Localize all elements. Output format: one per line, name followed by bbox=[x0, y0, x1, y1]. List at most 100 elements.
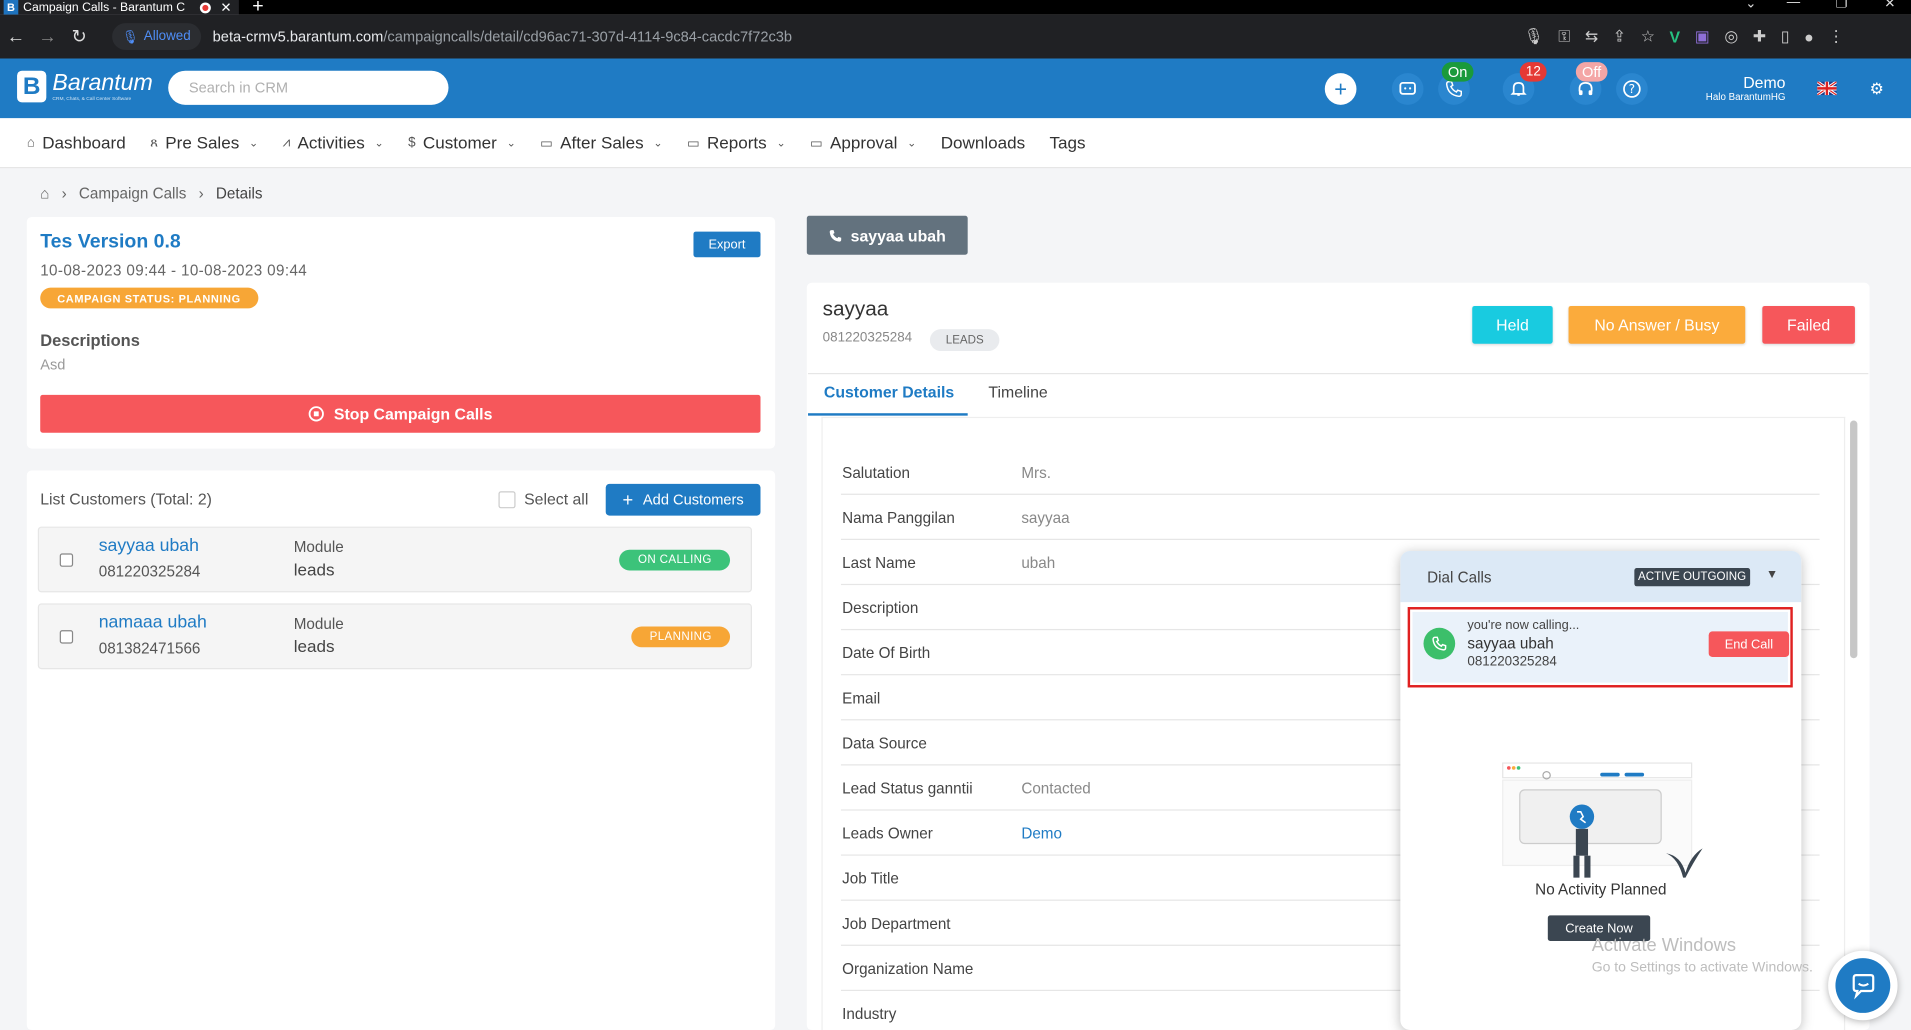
chevron-down-icon[interactable]: ▼ bbox=[1766, 568, 1778, 581]
field-label: Nama Panggilan bbox=[842, 509, 955, 527]
active-call-card: you're now calling... sayyaa ubah 081220… bbox=[1407, 607, 1793, 688]
field-label: Lead Status ganntii bbox=[842, 780, 973, 798]
chat-bubble-icon bbox=[1852, 973, 1874, 999]
menu-reports[interactable]: ▭ Reports ⌄ bbox=[687, 133, 786, 153]
user-menu[interactable]: Demo Halo BarantumHG bbox=[1682, 73, 1786, 102]
uk-flag-icon[interactable] bbox=[1817, 81, 1837, 96]
add-customers-button[interactable]: + Add Customers bbox=[605, 483, 761, 516]
field-label: Job Title bbox=[842, 870, 899, 888]
mic-permission-chip[interactable]: 🎙 Allowed bbox=[112, 23, 201, 50]
os-activation-watermark: Activate Windows bbox=[1591, 934, 1736, 956]
restore-icon[interactable]: ❐ bbox=[1835, 0, 1847, 11]
module-value: leads bbox=[293, 636, 335, 656]
minimize-icon[interactable]: — bbox=[1787, 0, 1800, 10]
close-tab-icon[interactable]: ✕ bbox=[220, 0, 231, 16]
key-icon[interactable]: ⚿ bbox=[1558, 27, 1570, 47]
reload-icon[interactable]: ↻ bbox=[63, 26, 95, 48]
plus-icon: + bbox=[622, 489, 634, 511]
menu-label: Dashboard bbox=[42, 132, 126, 153]
leads-owner-link[interactable]: Demo bbox=[1021, 825, 1062, 842]
menu-after-sales[interactable]: ▭ After Sales ⌄ bbox=[540, 133, 662, 153]
puzzle-icon[interactable]: ✚ bbox=[1753, 27, 1766, 47]
logo-name: Barantum bbox=[52, 70, 153, 96]
customer-name[interactable]: namaaa ubah bbox=[99, 613, 207, 633]
profile-avatar[interactable]: ● bbox=[1804, 27, 1814, 45]
kebab-menu-icon[interactable]: ⋮ bbox=[1828, 27, 1844, 47]
call-toggle-badge[interactable]: On bbox=[1441, 62, 1474, 82]
crm-search-input[interactable] bbox=[168, 70, 449, 105]
vue-extension-icon[interactable]: V bbox=[1670, 27, 1681, 45]
menu-downloads[interactable]: Downloads bbox=[941, 133, 1025, 153]
tab-search-icon[interactable]: ⌄ bbox=[1745, 0, 1756, 11]
row-checkbox[interactable] bbox=[59, 553, 74, 567]
tab-customer-details[interactable]: Customer Details bbox=[824, 383, 954, 401]
customer-phone: 081382471566 bbox=[98, 639, 201, 658]
field-label: Description bbox=[842, 599, 919, 617]
barantum-logo[interactable]: B Barantum CRM, Chats, & Call Center Sof… bbox=[17, 70, 153, 103]
bell-icon[interactable]: 12 bbox=[1502, 62, 1547, 105]
extension-21-icon[interactable]: ▣ bbox=[1695, 27, 1710, 47]
stop-icon bbox=[308, 406, 324, 422]
field-label: Last Name bbox=[842, 554, 916, 572]
mic-icon[interactable]: 🎙 bbox=[1523, 27, 1543, 47]
export-button[interactable]: Export bbox=[693, 231, 761, 258]
url-field[interactable]: beta-crmv5.barantum.com/campaigncalls/de… bbox=[213, 28, 792, 45]
divider bbox=[808, 372, 1869, 375]
no-answer-button[interactable]: No Answer / Busy bbox=[1568, 305, 1746, 344]
menu-pre-sales[interactable]: ጸ Pre Sales ⌄ bbox=[150, 133, 258, 153]
phone-status-icon[interactable]: On bbox=[1438, 62, 1474, 105]
close-window-icon[interactable]: ✕ bbox=[1884, 0, 1895, 11]
headset-icon[interactable]: Off bbox=[1569, 62, 1608, 105]
held-button[interactable]: Held bbox=[1472, 305, 1553, 344]
star-icon[interactable]: ☆ bbox=[1641, 27, 1655, 47]
menu-approval[interactable]: ▭ Approval ⌄ bbox=[810, 133, 916, 153]
target-extension-icon[interactable]: ◎ bbox=[1724, 27, 1738, 47]
live-chat-button[interactable] bbox=[1828, 950, 1898, 1021]
help-icon[interactable]: ? bbox=[1616, 73, 1648, 105]
home-icon: ⌂ bbox=[26, 135, 35, 150]
menu-activities[interactable]: ⩘ Activities ⌄ bbox=[283, 133, 384, 153]
os-activation-hint: Go to Settings to activate Windows. bbox=[1591, 960, 1813, 976]
browser-tab[interactable]: B Campaign Calls - Barantum C ✕ bbox=[0, 0, 239, 15]
phone-icon bbox=[829, 229, 842, 241]
active-call-tab[interactable]: sayyaa ubah bbox=[806, 215, 968, 255]
chat-icon[interactable] bbox=[1391, 73, 1424, 105]
field-label: Organization Name bbox=[842, 960, 974, 978]
breadcrumb-campaign-calls[interactable]: Campaign Calls bbox=[79, 185, 187, 202]
details-scrollbar[interactable] bbox=[1850, 420, 1858, 659]
menu-label: Customer bbox=[422, 132, 497, 153]
module-value: leads bbox=[293, 559, 335, 579]
translate-icon[interactable]: ⇆ bbox=[1585, 27, 1598, 47]
menu-tags[interactable]: Tags bbox=[1049, 133, 1085, 153]
select-all-checkbox[interactable] bbox=[498, 490, 516, 508]
menu-dashboard[interactable]: ⌂ Dashboard bbox=[27, 133, 126, 153]
stop-campaign-button[interactable]: Stop Campaign Calls bbox=[40, 394, 761, 433]
agent-toggle-badge[interactable]: Off bbox=[1575, 62, 1608, 82]
failed-button[interactable]: Failed bbox=[1762, 305, 1855, 344]
user-greeting: Halo BarantumHG bbox=[1705, 91, 1786, 103]
customer-name[interactable]: sayyaa ubah bbox=[99, 536, 199, 556]
customer-row[interactable]: sayyaa ubah 081220325284 Module leads ON… bbox=[37, 526, 752, 593]
end-call-button[interactable]: End Call bbox=[1708, 631, 1790, 658]
back-icon[interactable]: ← bbox=[0, 26, 32, 47]
phone-icon bbox=[1423, 627, 1456, 660]
quick-add-button[interactable]: + bbox=[1324, 73, 1357, 105]
breadcrumb-separator: › bbox=[198, 185, 204, 203]
forward-icon[interactable]: → bbox=[32, 26, 64, 47]
row-checkbox[interactable] bbox=[59, 630, 74, 644]
campaign-status-label: CAMPAIGN STATUS: bbox=[57, 291, 175, 305]
field-label: Date Of Birth bbox=[842, 644, 931, 662]
customer-row[interactable]: namaaa ubah 081382471566 Module leads PL… bbox=[37, 603, 752, 670]
chevron-down-icon: ⌄ bbox=[249, 135, 259, 149]
share-icon[interactable]: ⇪ bbox=[1613, 27, 1626, 47]
svg-text:?: ? bbox=[1629, 82, 1635, 96]
customer-phone: 081220325284 bbox=[98, 563, 201, 581]
menu-customer[interactable]: $ Customer ⌄ bbox=[408, 133, 516, 153]
select-all[interactable]: Select all bbox=[498, 490, 588, 508]
sidebar-icon[interactable]: ▯ bbox=[1781, 27, 1790, 47]
campaign-status-value: PLANNING bbox=[178, 291, 241, 305]
tab-timeline[interactable]: Timeline bbox=[988, 383, 1047, 401]
settings-gear-icon[interactable]: ⚙ bbox=[1870, 79, 1884, 99]
field-label: Job Department bbox=[842, 915, 951, 933]
home-icon[interactable]: ⌂ bbox=[40, 185, 49, 202]
